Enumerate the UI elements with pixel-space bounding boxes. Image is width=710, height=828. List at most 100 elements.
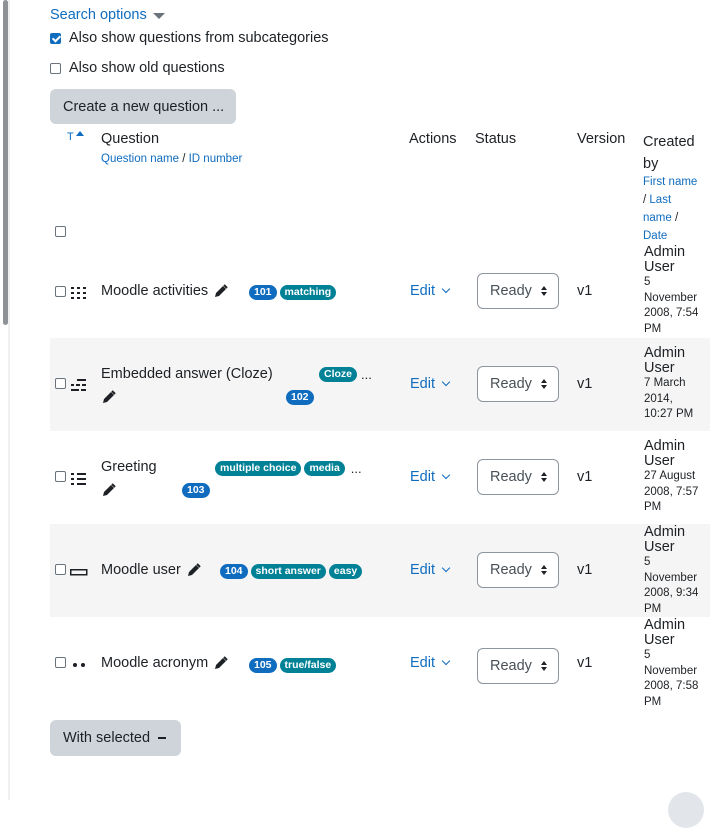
tag-badge[interactable]: matching (279, 285, 337, 300)
sort-first-name-link[interactable]: First name (643, 173, 709, 191)
created-by-cell: Admin User 5 November 2008, 9:34 PM (644, 525, 710, 617)
search-options-label: Search options (50, 7, 147, 23)
tag-badge[interactable]: easy (328, 564, 363, 579)
edit-menu-button[interactable]: Edit (410, 562, 451, 578)
version-value: v1 (577, 469, 593, 485)
sort-last-name-link[interactable]: Last (649, 194, 671, 206)
creator-first-name: Admin (644, 524, 686, 540)
tag-badge[interactable]: short answer (250, 564, 326, 579)
sort-id-number-link[interactable]: ID number (189, 153, 243, 165)
row-checkbox[interactable] (55, 471, 66, 482)
sort-last-name-link-2[interactable]: name (643, 212, 672, 224)
tag-badge[interactable]: multiple choice (215, 461, 302, 476)
creator-last-name: User (644, 632, 675, 648)
id-number-badge: 105 (249, 658, 277, 673)
question-name: Embedded answer (Cloze) (101, 366, 273, 382)
created-date-line: 2014, (644, 392, 673, 405)
old-questions-label: Also show old questions (69, 60, 225, 76)
version-value: v1 (577, 376, 593, 392)
row-checkbox[interactable] (55, 564, 66, 575)
tag-badge[interactable]: Cloze (319, 367, 358, 382)
created-date-line: 2008, 7:54 (644, 307, 699, 319)
select-arrows-icon (541, 379, 547, 389)
id-number-badge: 103 (182, 483, 210, 498)
row-checkbox[interactable] (55, 378, 66, 389)
truefalse-icon (73, 663, 85, 667)
created-date-line: PM (644, 695, 662, 708)
edit-name-pencil-icon[interactable] (102, 483, 116, 497)
created-by-column-header: Created by (643, 131, 695, 175)
created-by-cell: Admin User 5 November 2008, 7:58 PM (644, 618, 710, 710)
old-questions-option[interactable]: Also show old questions (50, 60, 225, 76)
with-selected-label: With selected (63, 730, 151, 746)
edit-menu-button[interactable]: Edit (410, 283, 451, 299)
question-name: Greeting (101, 459, 157, 475)
status-select[interactable]: Ready (477, 459, 559, 495)
create-question-button-label: Create a new question ... (63, 98, 225, 115)
back-to-top-button[interactable] (668, 792, 704, 828)
chevron-down-icon (441, 656, 451, 666)
id-number-badge: 104 (220, 564, 248, 579)
edit-menu-label: Edit (410, 283, 435, 299)
id-number-badge: 101 (249, 285, 277, 300)
sort-separator-2: / (643, 194, 647, 206)
tag-badge[interactable]: media (304, 461, 345, 476)
edit-menu-button[interactable]: Edit (410, 469, 451, 485)
shortanswer-icon (70, 569, 88, 576)
edit-name-pencil-icon[interactable] (214, 656, 228, 670)
subcategories-checkbox[interactable] (50, 32, 61, 44)
status-select[interactable]: Ready (477, 273, 559, 309)
question-sort-links: Question name / ID number (101, 150, 242, 168)
more-tags-link[interactable]: ... (351, 461, 362, 476)
actions-column-header: Actions (409, 131, 457, 147)
created-date-line: PM (644, 602, 662, 615)
created-date-line: 27 August (644, 470, 696, 482)
table-row: Moodle user 104 short answer easy Edit R… (50, 524, 710, 617)
matching-icon (71, 287, 86, 299)
caret-down-icon (152, 13, 165, 19)
table-row: Greeting multiple choice media ... 103 E… (50, 431, 710, 524)
created-date-line: 5 (644, 649, 651, 661)
created-by-sort-links: First name / Last name / Date (643, 173, 709, 245)
created-date-line: PM (644, 322, 662, 335)
edit-menu-label: Edit (410, 376, 435, 392)
chevron-down-icon (441, 470, 451, 480)
sort-question-name-link[interactable]: Question name (101, 153, 179, 165)
edit-name-pencil-icon[interactable] (187, 563, 201, 577)
select-all-checkbox[interactable] (55, 226, 66, 237)
creator-last-name: User (644, 453, 675, 469)
create-question-button[interactable]: Create a new question ... (50, 89, 236, 124)
status-select[interactable]: Ready (477, 552, 559, 588)
row-checkbox[interactable] (55, 286, 66, 297)
edit-menu-button[interactable]: Edit (410, 655, 451, 671)
status-select[interactable]: Ready (477, 648, 559, 684)
creator-first-name: Admin (644, 244, 686, 260)
creator-last-name: User (644, 259, 675, 275)
with-selected-button[interactable]: With selected (50, 720, 181, 756)
edit-menu-label: Edit (410, 655, 435, 671)
old-questions-checkbox[interactable] (50, 62, 61, 74)
page-edge-divider (8, 0, 10, 800)
tag-badge[interactable]: true/false (279, 658, 337, 673)
question-name: Moodle activities (101, 283, 209, 299)
sort-ascending-icon (75, 131, 84, 136)
status-select-value: Ready (490, 376, 532, 392)
created-by-line1: Created (643, 134, 695, 150)
edit-name-pencil-icon[interactable] (102, 390, 116, 404)
search-options-toggle[interactable]: Search options (50, 7, 165, 23)
select-arrows-icon (541, 661, 547, 671)
version-value: v1 (577, 283, 593, 299)
created-date-line: November (644, 664, 698, 677)
status-select[interactable]: Ready (477, 366, 559, 402)
row-checkbox[interactable] (55, 657, 66, 668)
sort-date-link[interactable]: Date (643, 227, 709, 245)
chevron-down-icon (441, 284, 451, 294)
cloze-icon (71, 379, 86, 391)
sort-by-type-link[interactable]: T (67, 131, 84, 143)
creator-first-name: Admin (644, 617, 686, 633)
subcategories-option[interactable]: Also show questions from subcategories (50, 30, 329, 46)
edit-menu-button[interactable]: Edit (410, 376, 451, 392)
more-tags-link[interactable]: ... (361, 367, 372, 382)
table-row: Embedded answer (Cloze) Cloze ... 102 Ed… (50, 338, 710, 431)
edit-name-pencil-icon[interactable] (214, 284, 228, 298)
